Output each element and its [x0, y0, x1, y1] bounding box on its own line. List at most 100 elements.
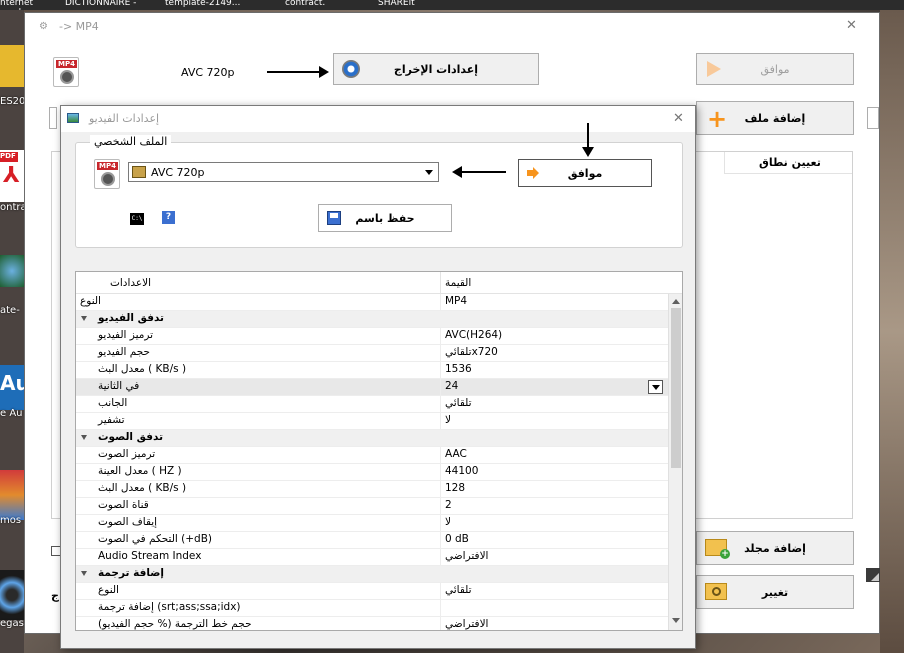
- dialog-mp4-icon: MP4: [94, 159, 120, 189]
- taskbar-item[interactable]: SHAREit: [378, 0, 415, 8]
- profile-select[interactable]: AVC 720p: [128, 162, 439, 182]
- column-divider: [440, 272, 441, 294]
- scroll-thumb[interactable]: [671, 308, 681, 468]
- grid-row-value[interactable]: 1536: [445, 363, 665, 375]
- grid-row-name: تشفير: [98, 414, 125, 426]
- grid-row[interactable]: قناة الصوت 2: [76, 498, 668, 515]
- grid-row-divider: [440, 515, 441, 532]
- globe-icon[interactable]: [0, 255, 24, 287]
- grid-row[interactable]: الجانب تلقائي: [76, 396, 668, 413]
- grid-scrollbar[interactable]: [668, 294, 682, 630]
- grid-row[interactable]: ترميز الصوت AAC: [76, 447, 668, 464]
- taskbar-item[interactable]: DICTIONNAIRE -: [65, 0, 136, 8]
- close-icon[interactable]: ✕: [846, 18, 857, 33]
- vegas-icon[interactable]: [0, 570, 24, 620]
- grid-row-name: إضافة ترجمة: [98, 567, 165, 579]
- desktop-icon[interactable]: [0, 45, 24, 87]
- grid-row[interactable]: Audio Stream Index الافتراضي: [76, 549, 668, 566]
- grid-row[interactable]: (حجم خط الترجمة (% حجم الفيديو الافتراضي: [76, 617, 668, 630]
- change-button[interactable]: تغيير: [696, 575, 854, 609]
- grid-category-row[interactable]: إضافة ترجمة: [76, 566, 668, 583]
- grid-row-divider: [440, 617, 441, 630]
- add-folder-button[interactable]: + إضافة مجلد: [696, 531, 854, 565]
- grid-row[interactable]: حجم الفيديو تلقائيx720: [76, 345, 668, 362]
- grid-row-value[interactable]: 24: [445, 380, 665, 392]
- taskbar-item[interactable]: template-2149...: [165, 0, 240, 8]
- grid-row[interactable]: النوع تلقائي: [76, 583, 668, 600]
- grid-row-value[interactable]: 0 dB: [445, 533, 665, 545]
- grid-row-name: (حجم خط الترجمة (% حجم الفيديو: [98, 618, 252, 630]
- help-icon[interactable]: ?: [162, 211, 175, 224]
- grid-row-name: الجانب: [98, 397, 128, 409]
- grid-row-value[interactable]: تلقائي: [445, 584, 665, 596]
- photos-icon[interactable]: [0, 470, 24, 520]
- grid-row-value[interactable]: الافتراضي: [445, 618, 665, 630]
- desktop-icon-label: ontra: [0, 202, 24, 213]
- grid-row[interactable]: إيقاف الصوت لا: [76, 515, 668, 532]
- grid-row-value[interactable]: تلقائي: [445, 397, 665, 409]
- grid-row[interactable]: في الثانية 24: [76, 379, 668, 396]
- grid-row-value[interactable]: تلقائيx720: [445, 346, 665, 358]
- taskbar-item[interactable]: nternet: [0, 0, 33, 8]
- dialog-close-icon[interactable]: ✕: [673, 111, 684, 126]
- add-file-button[interactable]: + إضافة ملف: [696, 101, 854, 135]
- grid-row[interactable]: التحكم في الصوت (+dB) 0 dB: [76, 532, 668, 549]
- grid-row-value[interactable]: لا: [445, 516, 665, 528]
- grid-row-name: إيقاف الصوت: [98, 516, 158, 528]
- grid-row-divider: [440, 345, 441, 362]
- grid-row-value[interactable]: 128: [445, 482, 665, 494]
- add-folder-label: إضافة مجلد: [744, 541, 806, 555]
- grid-row-value[interactable]: AVC(H264): [445, 329, 665, 341]
- grid-row-name: التحكم في الصوت (+dB): [98, 533, 213, 545]
- dropdown-button[interactable]: [648, 380, 663, 394]
- grid-category-row[interactable]: تدفق الصوت: [76, 430, 668, 447]
- output-settings-button[interactable]: إعدادات الإخراج: [333, 53, 539, 85]
- collapse-triangle-icon[interactable]: [81, 571, 87, 576]
- grid-row-value[interactable]: 44100: [445, 465, 665, 477]
- command-line-icon[interactable]: C:\: [130, 213, 144, 225]
- grid-row-value[interactable]: AAC: [445, 448, 665, 460]
- settings-column-header[interactable]: الاعدادات: [110, 277, 151, 289]
- grid-row[interactable]: ترميز الفيديو AVC(H264): [76, 328, 668, 345]
- grid-row-value[interactable]: 2: [445, 499, 665, 511]
- grid-row-value[interactable]: الافتراضي: [445, 550, 665, 562]
- settings-icon: [342, 60, 360, 78]
- side-input[interactable]: [49, 107, 57, 129]
- collapse-triangle-icon[interactable]: [81, 435, 87, 440]
- grid-row-value[interactable]: MP4: [445, 295, 665, 307]
- grid-row-name: النوع: [80, 295, 101, 307]
- dialog-ok-button[interactable]: موافق: [518, 159, 652, 187]
- grid-row-name: في الثانية: [98, 380, 140, 392]
- grid-row[interactable]: معدل البث ( KB/s ) 1536: [76, 362, 668, 379]
- video-settings-dialog: إعدادات الفيديو ✕ الملف الشخصي MP4 AVC 7…: [60, 105, 696, 649]
- range-column-header[interactable]: تعيين نطاق: [724, 152, 852, 174]
- grid-row[interactable]: النوع MP4: [76, 294, 668, 311]
- grid-row[interactable]: تشفير لا: [76, 413, 668, 430]
- grid-row-divider: [440, 328, 441, 345]
- grid-row-divider: [440, 413, 441, 430]
- mp4-file-icon: MP4: [53, 57, 79, 87]
- grid-row-divider: [440, 379, 441, 396]
- pdf-icon[interactable]: PDF ⅄: [0, 150, 24, 202]
- collapse-triangle-icon[interactable]: [81, 316, 87, 321]
- desktop-right-strip: [880, 10, 904, 653]
- desktop-left-strip: ES20 PDF ⅄ ontra ate- Au e Au mos egas 1…: [0, 10, 24, 653]
- grid-row[interactable]: إضافة ترجمة (srt;ass;ssa;idx): [76, 600, 668, 617]
- annotation-arrow: [267, 71, 322, 73]
- grid-row[interactable]: معدل البث ( KB/s ) 128: [76, 481, 668, 498]
- grid-row[interactable]: معدل العينة ( HZ ) 44100: [76, 464, 668, 481]
- side-input-right[interactable]: [867, 107, 879, 129]
- main-ok-button[interactable]: موافق: [696, 53, 854, 85]
- value-column-header[interactable]: القيمة: [445, 277, 471, 289]
- scroll-down-icon[interactable]: [672, 618, 680, 623]
- grid-row-value[interactable]: لا: [445, 414, 665, 426]
- scroll-up-icon[interactable]: [672, 299, 680, 304]
- app-icon[interactable]: Au: [0, 365, 24, 410]
- folder-icon: +: [705, 539, 730, 559]
- grid-row-name: قناة الصوت: [98, 499, 149, 511]
- save-as-button[interactable]: حفظ باسم: [318, 204, 452, 232]
- taskbar-item[interactable]: contract.: [285, 0, 325, 8]
- grid-category-row[interactable]: تدفق الفيديو: [76, 311, 668, 328]
- grid-row-name: تدفق الصوت: [98, 431, 164, 443]
- resize-grip[interactable]: [866, 568, 880, 582]
